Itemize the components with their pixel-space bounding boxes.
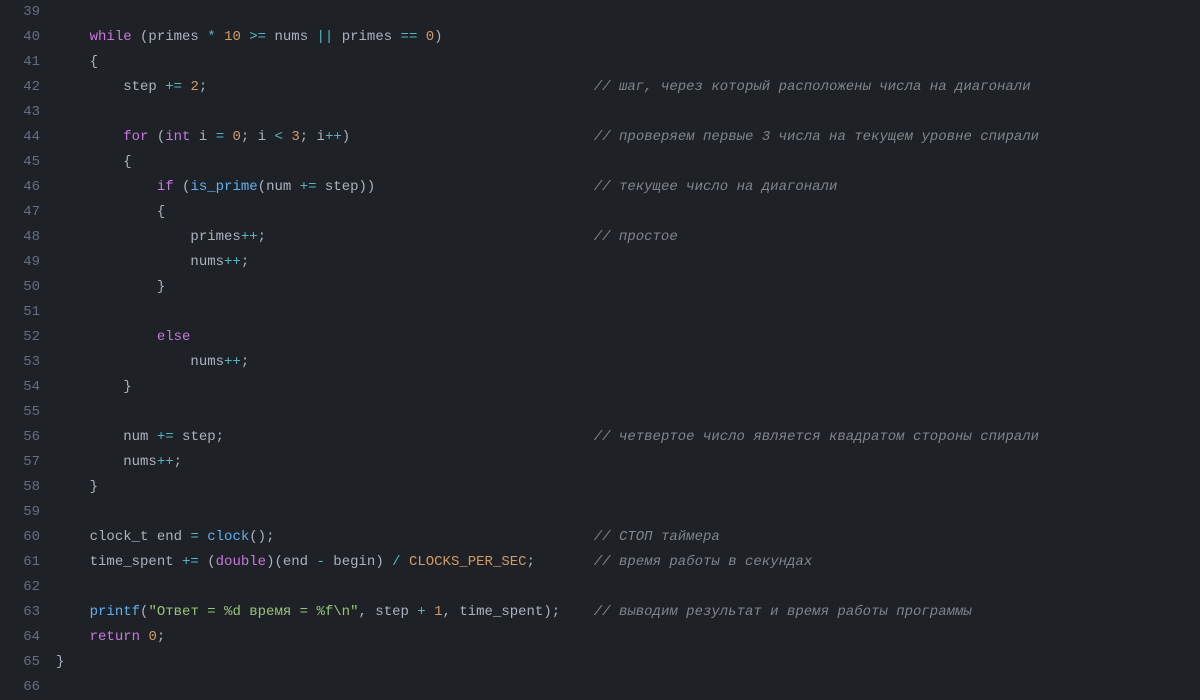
line-number: 53 <box>0 350 40 375</box>
line-number: 63 <box>0 600 40 625</box>
code-line: } <box>56 275 1200 300</box>
line-number: 54 <box>0 375 40 400</box>
line-number: 40 <box>0 25 40 50</box>
line-number: 42 <box>0 75 40 100</box>
line-number: 47 <box>0 200 40 225</box>
comment: // время работы в секундах <box>594 554 812 570</box>
line-number: 43 <box>0 100 40 125</box>
code-line: } <box>56 475 1200 500</box>
comment: // выводим результат и время работы прог… <box>594 604 972 620</box>
line-number: 41 <box>0 50 40 75</box>
line-number: 60 <box>0 525 40 550</box>
line-number: 66 <box>0 675 40 700</box>
code-line <box>56 400 1200 425</box>
line-number: 49 <box>0 250 40 275</box>
line-number: 56 <box>0 425 40 450</box>
code-line: num += step; // четвертое число является… <box>56 425 1200 450</box>
code-line: time_spent += (double)(end - begin) / CL… <box>56 550 1200 575</box>
code-line: if (is_prime(num += step)) // текущее чи… <box>56 175 1200 200</box>
code-line: clock_t end = clock(); // СТОП таймера <box>56 525 1200 550</box>
code-line: return 0; <box>56 625 1200 650</box>
code-editor[interactable]: 3940414243444546474849505152535455565758… <box>0 0 1200 675</box>
code-line: { <box>56 50 1200 75</box>
line-number: 64 <box>0 625 40 650</box>
line-number-gutter: 3940414243444546474849505152535455565758… <box>0 0 56 675</box>
line-number: 46 <box>0 175 40 200</box>
line-number: 45 <box>0 150 40 175</box>
comment: // проверяем первые 3 числа на текущем у… <box>594 129 1039 145</box>
line-number: 59 <box>0 500 40 525</box>
code-line: primes++; // простое <box>56 225 1200 250</box>
line-number: 65 <box>0 650 40 675</box>
line-number: 55 <box>0 400 40 425</box>
code-area[interactable]: while (primes * 10 >= nums || primes == … <box>56 0 1200 675</box>
code-line: } <box>56 650 1200 675</box>
comment: // шаг, через который расположены числа … <box>594 79 1031 95</box>
code-line: nums++; <box>56 250 1200 275</box>
line-number: 57 <box>0 450 40 475</box>
comment: // простое <box>594 229 678 245</box>
comment: // четвертое число является квадратом ст… <box>594 429 1039 445</box>
code-line: { <box>56 150 1200 175</box>
code-line: step += 2; // шаг, через который располо… <box>56 75 1200 100</box>
code-line <box>56 500 1200 525</box>
code-line: for (int i = 0; i < 3; i++) // проверяем… <box>56 125 1200 150</box>
line-number: 61 <box>0 550 40 575</box>
code-line: while (primes * 10 >= nums || primes == … <box>56 25 1200 50</box>
line-number: 51 <box>0 300 40 325</box>
code-line: nums++; <box>56 450 1200 475</box>
code-line: printf("Ответ = %d время = %f\n", step +… <box>56 600 1200 625</box>
line-number: 52 <box>0 325 40 350</box>
code-line: nums++; <box>56 350 1200 375</box>
line-number: 44 <box>0 125 40 150</box>
code-line <box>56 675 1200 700</box>
line-number: 50 <box>0 275 40 300</box>
code-line <box>56 0 1200 25</box>
comment: // СТОП таймера <box>594 529 720 545</box>
code-line <box>56 100 1200 125</box>
code-line <box>56 575 1200 600</box>
code-line: else <box>56 325 1200 350</box>
line-number: 62 <box>0 575 40 600</box>
code-line: } <box>56 375 1200 400</box>
code-line <box>56 300 1200 325</box>
code-line: { <box>56 200 1200 225</box>
line-number: 48 <box>0 225 40 250</box>
comment: // текущее число на диагонали <box>594 179 838 195</box>
line-number: 39 <box>0 0 40 25</box>
line-number: 58 <box>0 475 40 500</box>
